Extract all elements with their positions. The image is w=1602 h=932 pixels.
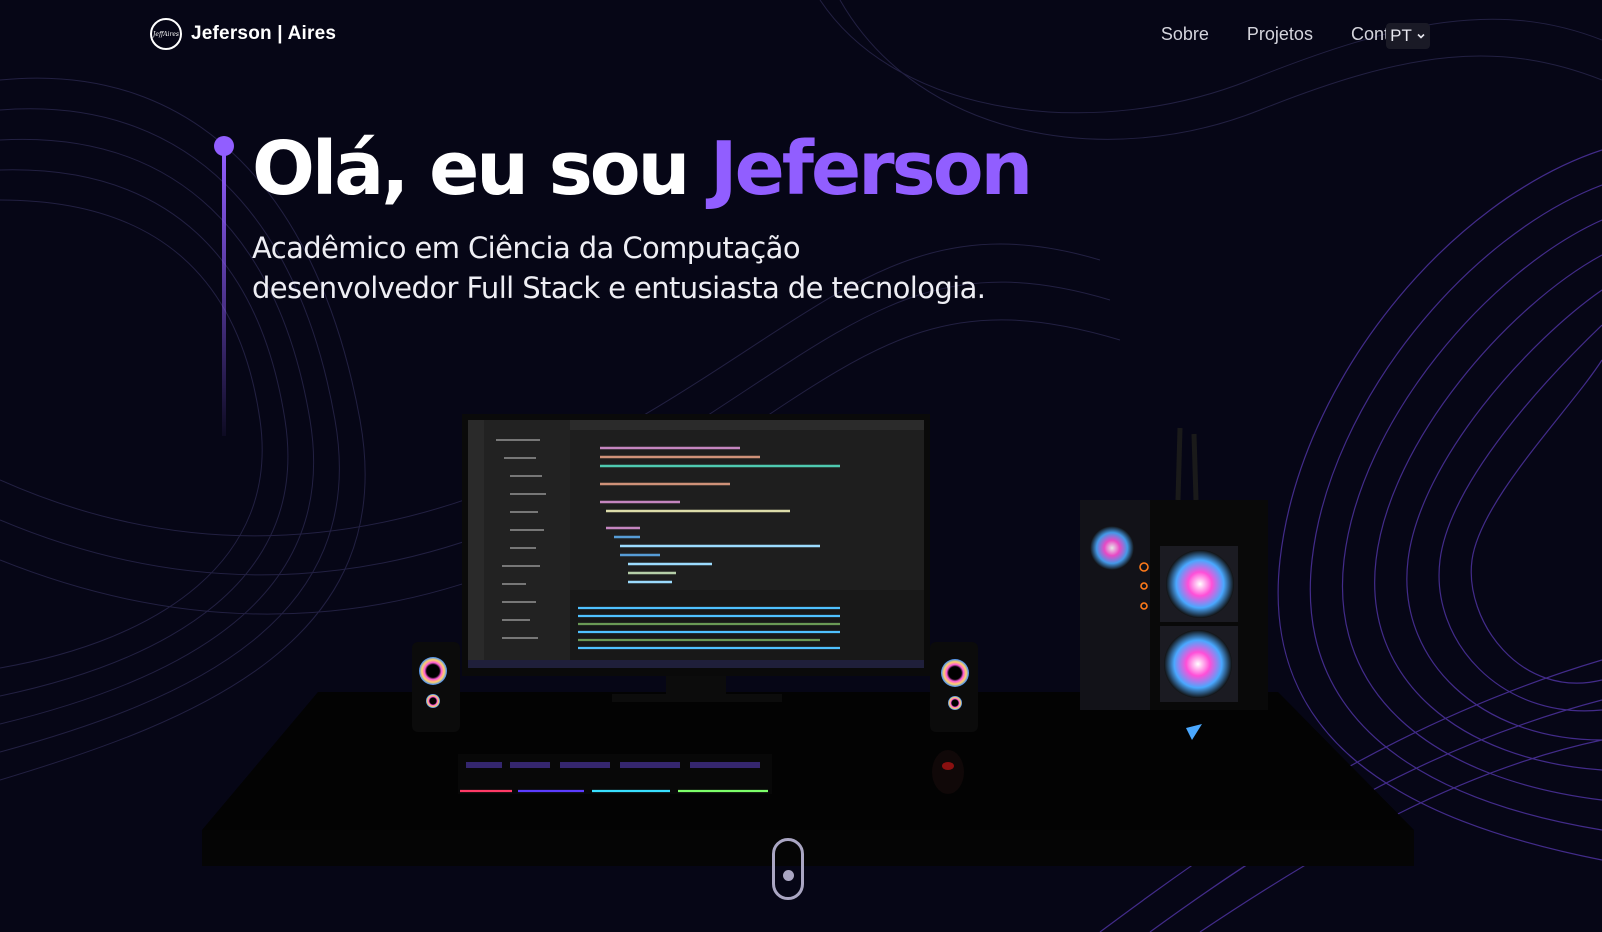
hero-accent-marker	[214, 136, 234, 436]
chevron-down-icon	[1417, 33, 1425, 39]
hero-subtitle: Acadêmico em Ciência da Computação desenv…	[252, 228, 986, 308]
mouse-scroll-icon[interactable]	[772, 838, 804, 900]
computer-setup-3d-scene	[202, 414, 1414, 866]
language-select[interactable]: PT	[1386, 23, 1430, 49]
scroll-dot	[783, 870, 794, 881]
hero-accent-line	[222, 154, 226, 436]
mouse	[932, 750, 964, 794]
hero-name: Jeferson	[710, 126, 1033, 212]
pc-tower	[1080, 427, 1268, 740]
nav-links: Sobre Projetos Contato	[1161, 24, 1414, 45]
navbar: JeffAires Jeferson | Aires Sobre Projeto…	[0, 0, 1602, 72]
speaker-left	[412, 642, 460, 732]
monitor	[462, 414, 930, 702]
hero-subtitle-line2: desenvolvedor Full Stack e entusiasta de…	[252, 271, 986, 305]
nav-link-sobre[interactable]: Sobre	[1161, 24, 1209, 45]
hero-subtitle-line1: Acadêmico em Ciência da Computação	[252, 231, 801, 265]
desk	[202, 692, 1414, 866]
speaker-right	[930, 642, 978, 732]
logo-text: JeffAires	[153, 30, 179, 38]
language-value: PT	[1390, 26, 1412, 45]
brand-name: Jeferson | Aires	[191, 23, 337, 44]
brand-link[interactable]: JeffAires Jeferson | Aires	[150, 18, 336, 50]
logo-icon: JeffAires	[150, 18, 182, 50]
hero-greeting: Olá, eu sou	[252, 126, 690, 212]
hero-accent-dot	[214, 136, 234, 156]
nav-link-projetos[interactable]: Projetos	[1247, 24, 1313, 45]
rgb-keyboard	[458, 754, 772, 794]
hero-title: Olá, eu sou Jeferson	[252, 126, 1033, 212]
